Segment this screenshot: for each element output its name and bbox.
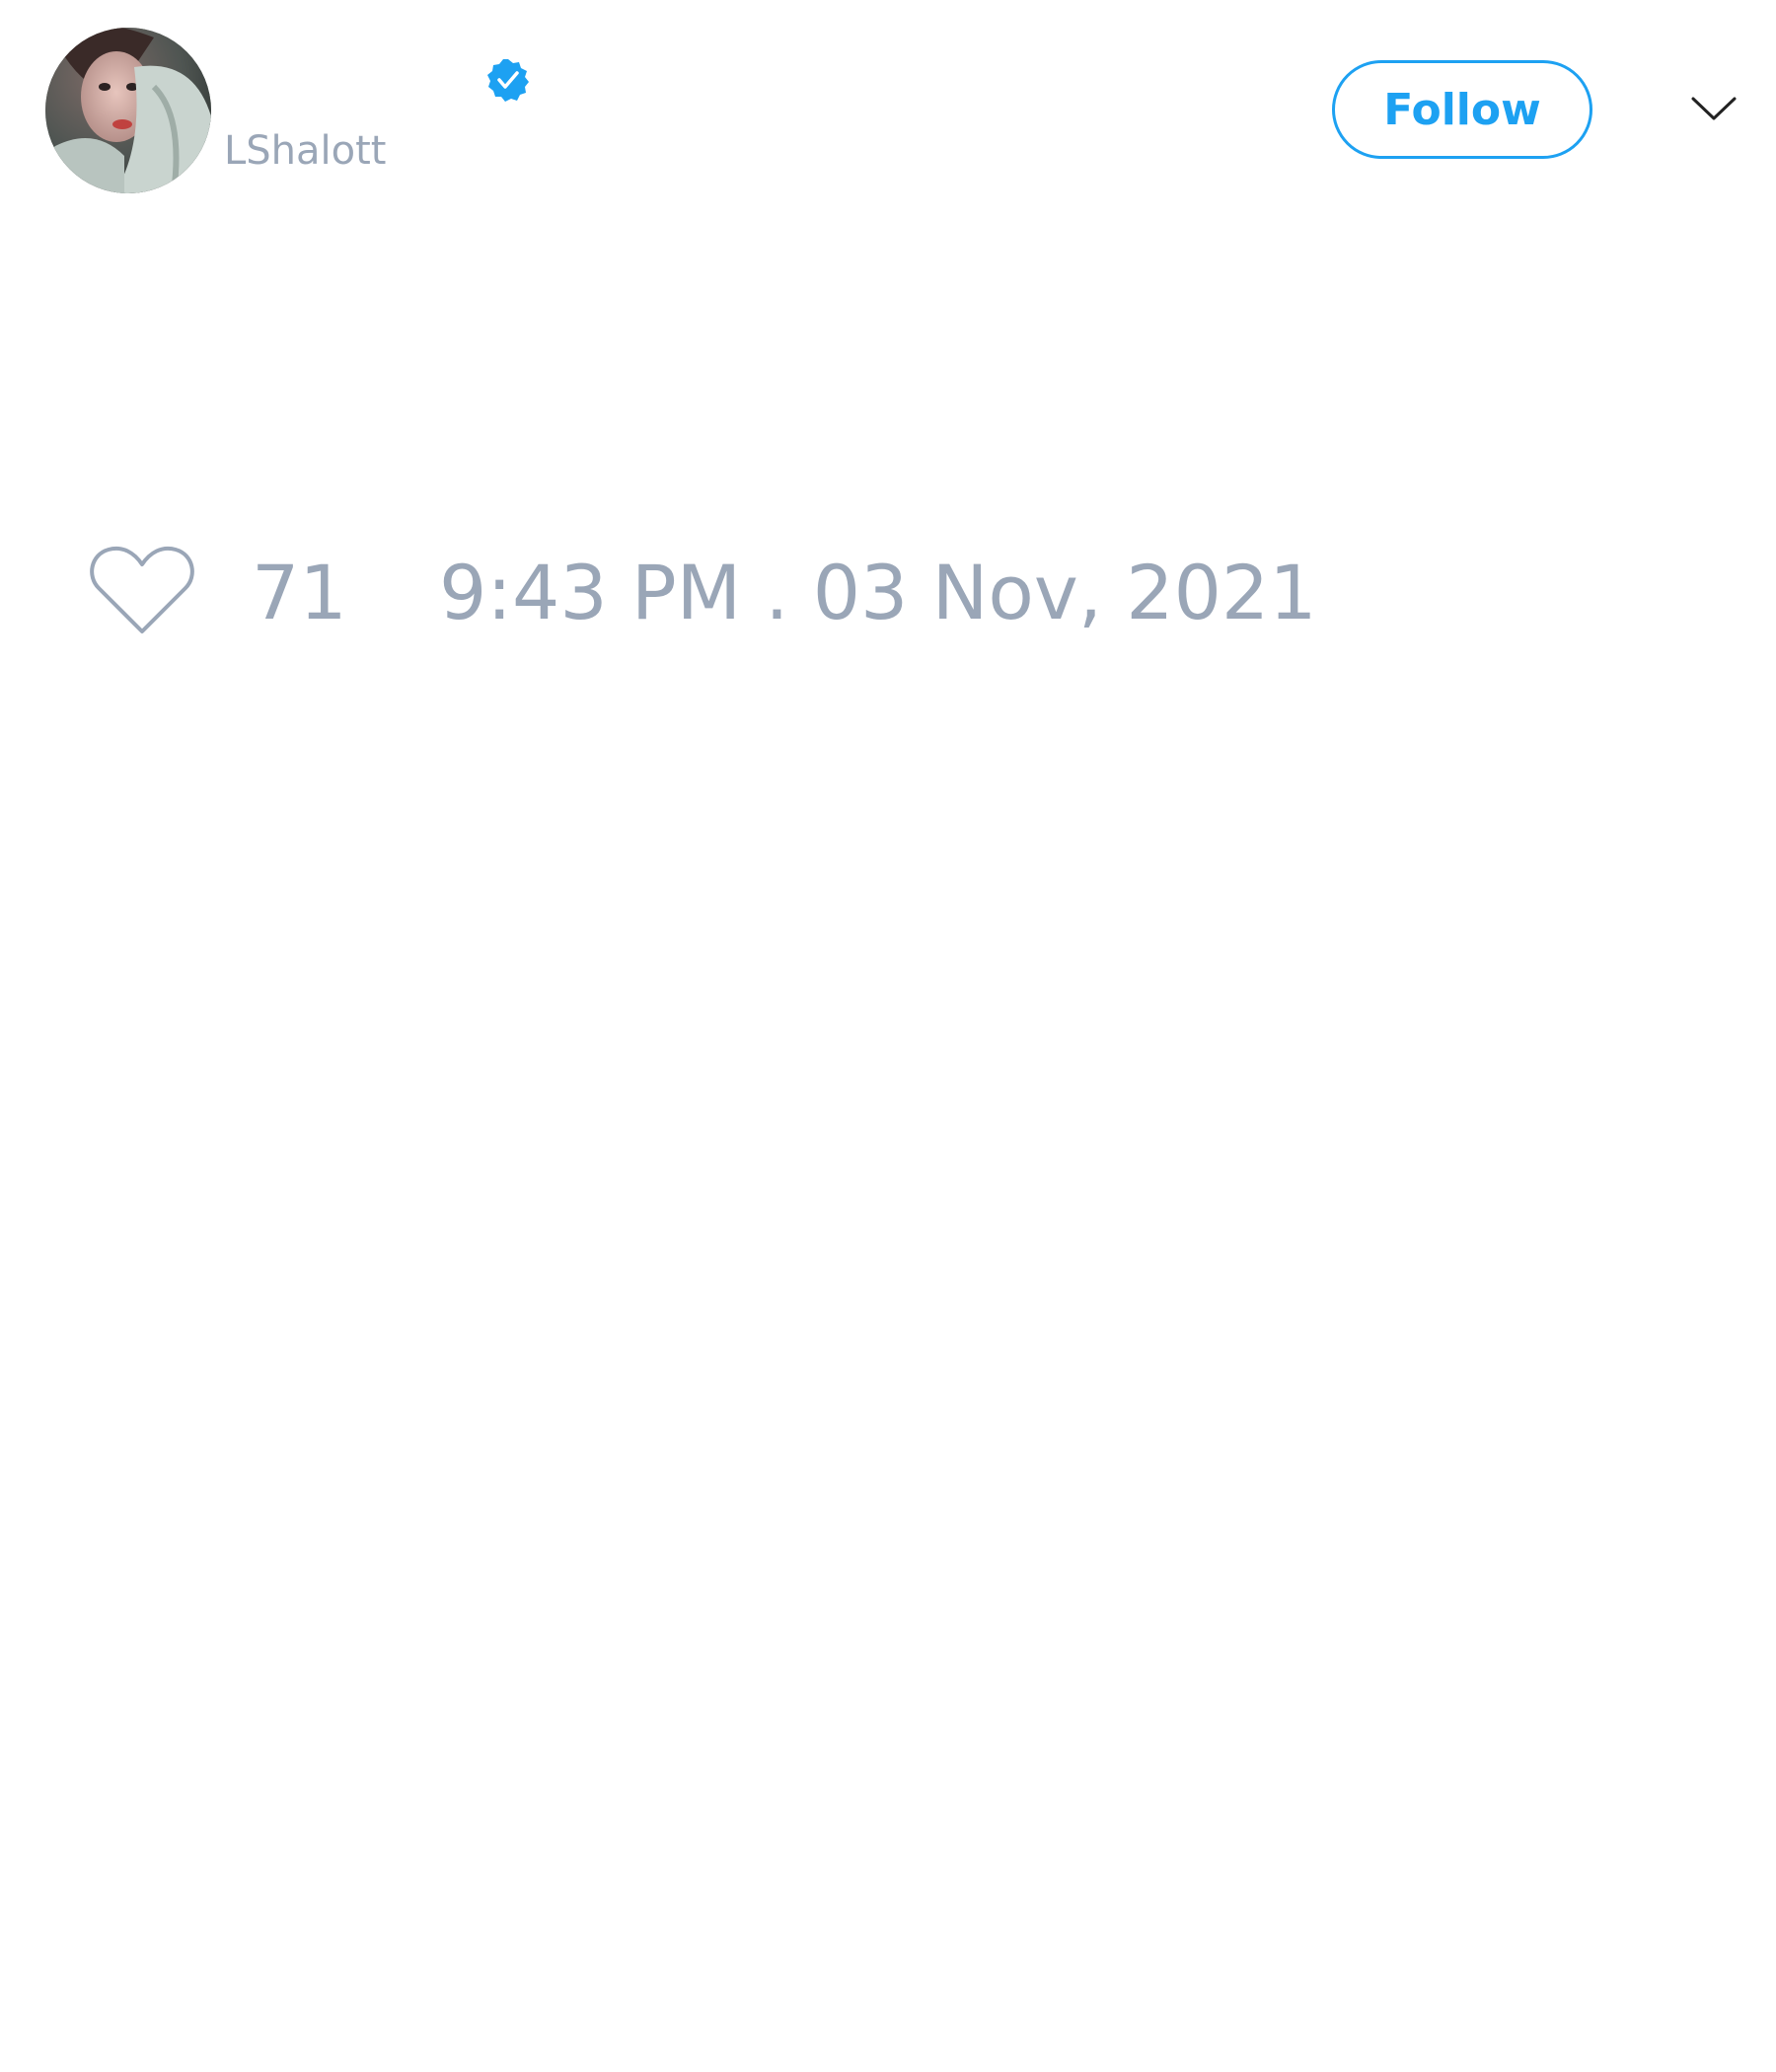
tweet-timestamp[interactable]: 9:43 PM . 03 Nov, 2021: [439, 549, 1317, 637]
follow-button[interactable]: Follow: [1332, 60, 1592, 159]
author-handle[interactable]: LShalott: [224, 126, 387, 176]
chevron-down-icon[interactable]: [1689, 89, 1739, 128]
verified-badge-icon: [487, 59, 529, 102]
like-count: 71: [252, 549, 347, 636]
tweet-header: LShalott Follow: [0, 0, 1776, 227]
avatar[interactable]: [45, 28, 211, 193]
heart-outline-icon[interactable]: [89, 543, 195, 637]
tweet-footer: 71 9:43 PM . 03 Nov, 2021: [0, 523, 1776, 661]
